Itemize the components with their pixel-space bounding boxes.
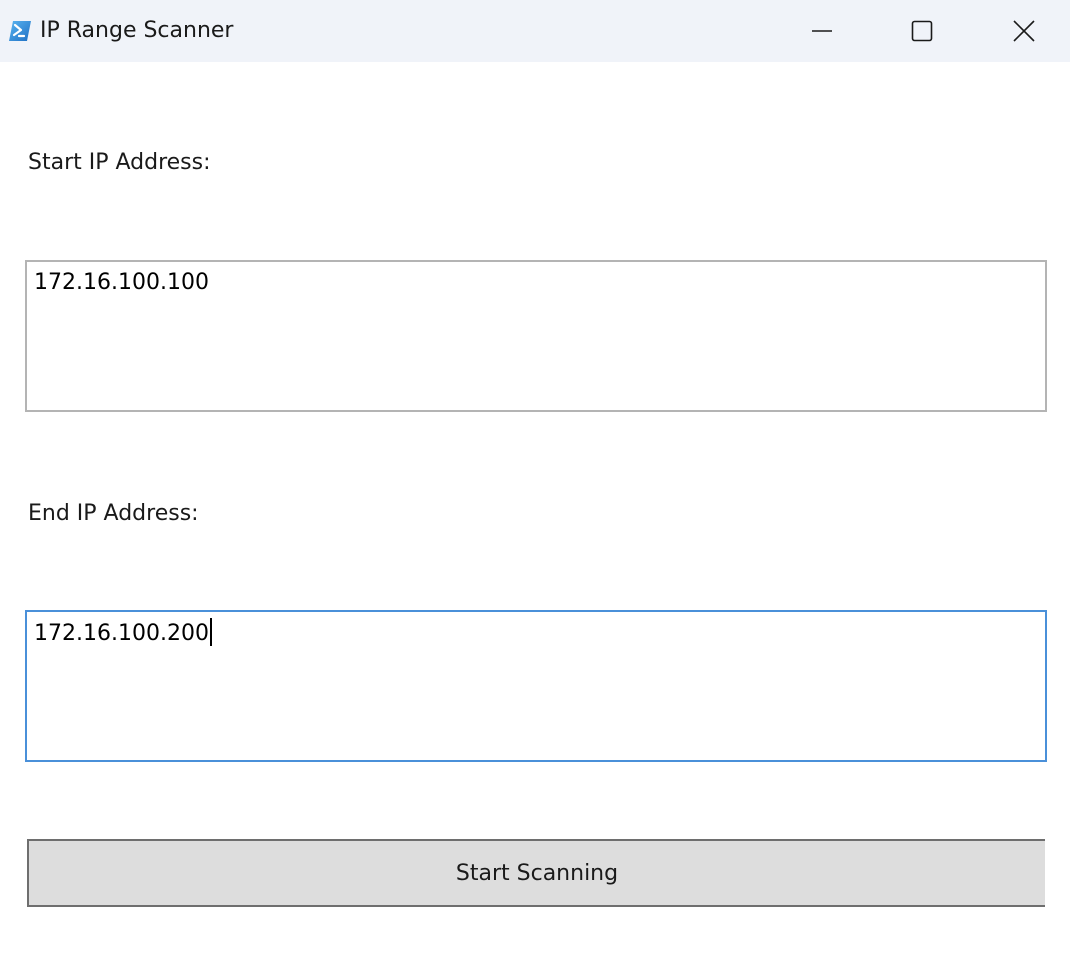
powershell-icon bbox=[8, 19, 32, 43]
minimize-icon bbox=[812, 30, 832, 32]
end-ip-input[interactable]: 172.16.100.200 bbox=[25, 610, 1047, 762]
maximize-button[interactable] bbox=[872, 0, 972, 62]
end-ip-value: 172.16.100.200 bbox=[34, 621, 209, 646]
start-scanning-button[interactable]: Start Scanning bbox=[27, 839, 1045, 907]
title-bar[interactable]: IP Range Scanner bbox=[0, 0, 1070, 62]
end-ip-label: End IP Address: bbox=[28, 501, 199, 526]
minimize-button[interactable] bbox=[772, 0, 872, 62]
start-ip-input[interactable]: 172.16.100.100 bbox=[25, 260, 1047, 412]
window-title: IP Range Scanner bbox=[40, 18, 234, 43]
start-ip-label: Start IP Address: bbox=[28, 150, 211, 175]
start-scanning-label: Start Scanning bbox=[455, 860, 619, 886]
text-caret bbox=[209, 618, 212, 646]
close-icon bbox=[1013, 20, 1035, 42]
app-window: IP Range Scanner Start IP Address: 172.1… bbox=[0, 0, 1070, 980]
maximize-icon bbox=[911, 20, 933, 42]
start-ip-value: 172.16.100.100 bbox=[34, 270, 209, 295]
close-button[interactable] bbox=[974, 0, 1070, 62]
